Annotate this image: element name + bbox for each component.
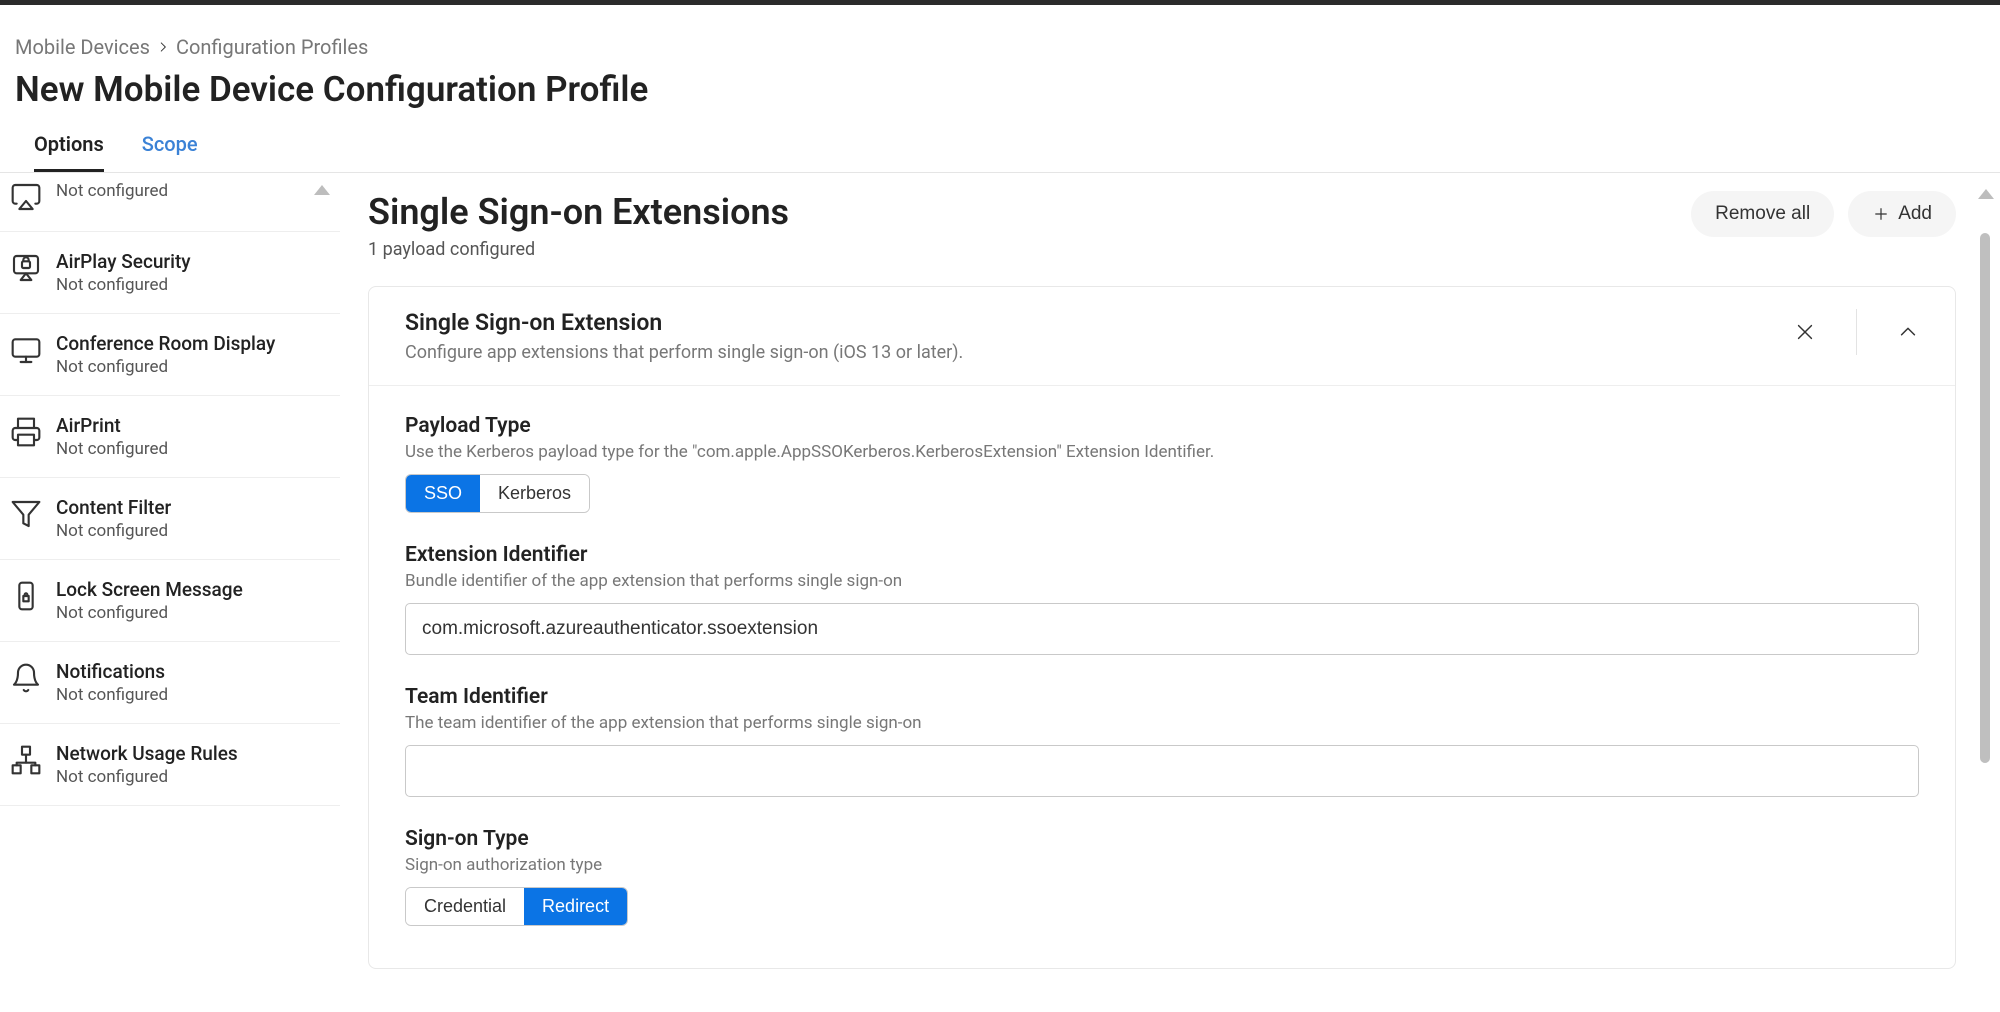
sidebar-item-label: AirPrint [56,414,168,437]
sidebar[interactable]: Not configured AirPlay Security Not conf… [0,173,340,1012]
bell-icon [10,662,42,694]
sidebar-item-status: Not configured [56,685,168,705]
signon-type-credential[interactable]: Credential [406,888,524,925]
sidebar-item-label: Network Usage Rules [56,742,238,765]
remove-all-label: Remove all [1715,203,1810,225]
team-id-title: Team Identifier [405,685,1919,709]
display-icon [10,334,42,366]
signon-type-segment: Credential Redirect [405,887,628,926]
extension-id-title: Extension Identifier [405,543,1919,567]
sidebar-item-label: AirPlay Security [56,250,191,273]
extension-id-input[interactable] [405,603,1919,655]
card-title: Single Sign-on Extension [405,309,963,336]
sidebar-item-network-usage[interactable]: Network Usage Rules Not configured [0,724,340,806]
sidebar-item-prev[interactable]: Not configured [0,173,340,232]
signon-type-desc: Sign-on authorization type [405,855,1919,875]
page-header: Mobile Devices Configuration Profiles Ne… [0,5,2000,110]
signon-type-redirect[interactable]: Redirect [524,888,627,925]
remove-all-button[interactable]: Remove all [1691,191,1834,237]
scrollbar[interactable] [1980,233,1990,763]
sidebar-item-status: Not configured [56,521,171,541]
add-label: Add [1898,203,1932,225]
sidebar-item-label: Content Filter [56,496,171,519]
payload-type-desc: Use the Kerberos payload type for the "c… [405,442,1919,462]
team-id-desc: The team identifier of the app extension… [405,713,1919,733]
airplay-security-icon [10,252,42,284]
payload-type-sso[interactable]: SSO [406,475,480,512]
chevron-right-icon [156,40,170,54]
add-button[interactable]: Add [1848,191,1956,237]
sidebar-item-status: Not configured [56,181,168,201]
close-icon[interactable] [1794,321,1816,343]
card-desc: Configure app extensions that perform si… [405,342,963,363]
main-content: Single Sign-on Extensions 1 payload conf… [340,173,2000,1012]
phone-lock-icon [10,580,42,612]
breadcrumb-item-1[interactable]: Mobile Devices [15,35,150,59]
sidebar-item-status: Not configured [56,767,238,787]
sidebar-item-lock-screen[interactable]: Lock Screen Message Not configured [0,560,340,642]
tab-scope[interactable]: Scope [142,132,198,172]
sidebar-item-airprint[interactable]: AirPrint Not configured [0,396,340,478]
sidebar-item-airplay-security[interactable]: AirPlay Security Not configured [0,232,340,314]
team-id-input[interactable] [405,745,1919,797]
filter-icon [10,498,42,530]
printer-icon [10,416,42,448]
sidebar-item-conference-room[interactable]: Conference Room Display Not configured [0,314,340,396]
plus-icon [1872,205,1890,223]
payload-type-title: Payload Type [405,414,1919,438]
extension-id-desc: Bundle identifier of the app extension t… [405,571,1919,591]
payload-card: Single Sign-on Extension Configure app e… [368,286,1956,969]
sidebar-item-label: Lock Screen Message [56,578,243,601]
signon-type-title: Sign-on Type [405,827,1919,851]
breadcrumb: Mobile Devices Configuration Profiles [15,35,1985,59]
scroll-up-icon[interactable] [1978,189,1994,199]
sidebar-item-status: Not configured [56,275,191,295]
tabs: Options Scope [0,110,2000,173]
network-icon [10,744,42,776]
divider [1856,309,1857,355]
airplay-icon [10,181,42,213]
sidebar-item-notifications[interactable]: Notifications Not configured [0,642,340,724]
sidebar-item-label: Notifications [56,660,168,683]
payload-type-kerberos[interactable]: Kerberos [480,475,589,512]
sidebar-item-label: Conference Room Display [56,332,275,355]
section-subtitle: 1 payload configured [368,239,789,260]
tab-options[interactable]: Options [34,132,104,172]
sidebar-item-content-filter[interactable]: Content Filter Not configured [0,478,340,560]
breadcrumb-item-2[interactable]: Configuration Profiles [176,35,368,59]
section-title: Single Sign-on Extensions [368,191,789,233]
sidebar-item-status: Not configured [56,357,275,377]
payload-type-segment: SSO Kerberos [405,474,590,513]
sidebar-item-status: Not configured [56,603,243,623]
chevron-up-icon[interactable] [1897,321,1919,343]
sidebar-item-status: Not configured [56,439,168,459]
page-title: New Mobile Device Configuration Profile [15,69,1985,110]
